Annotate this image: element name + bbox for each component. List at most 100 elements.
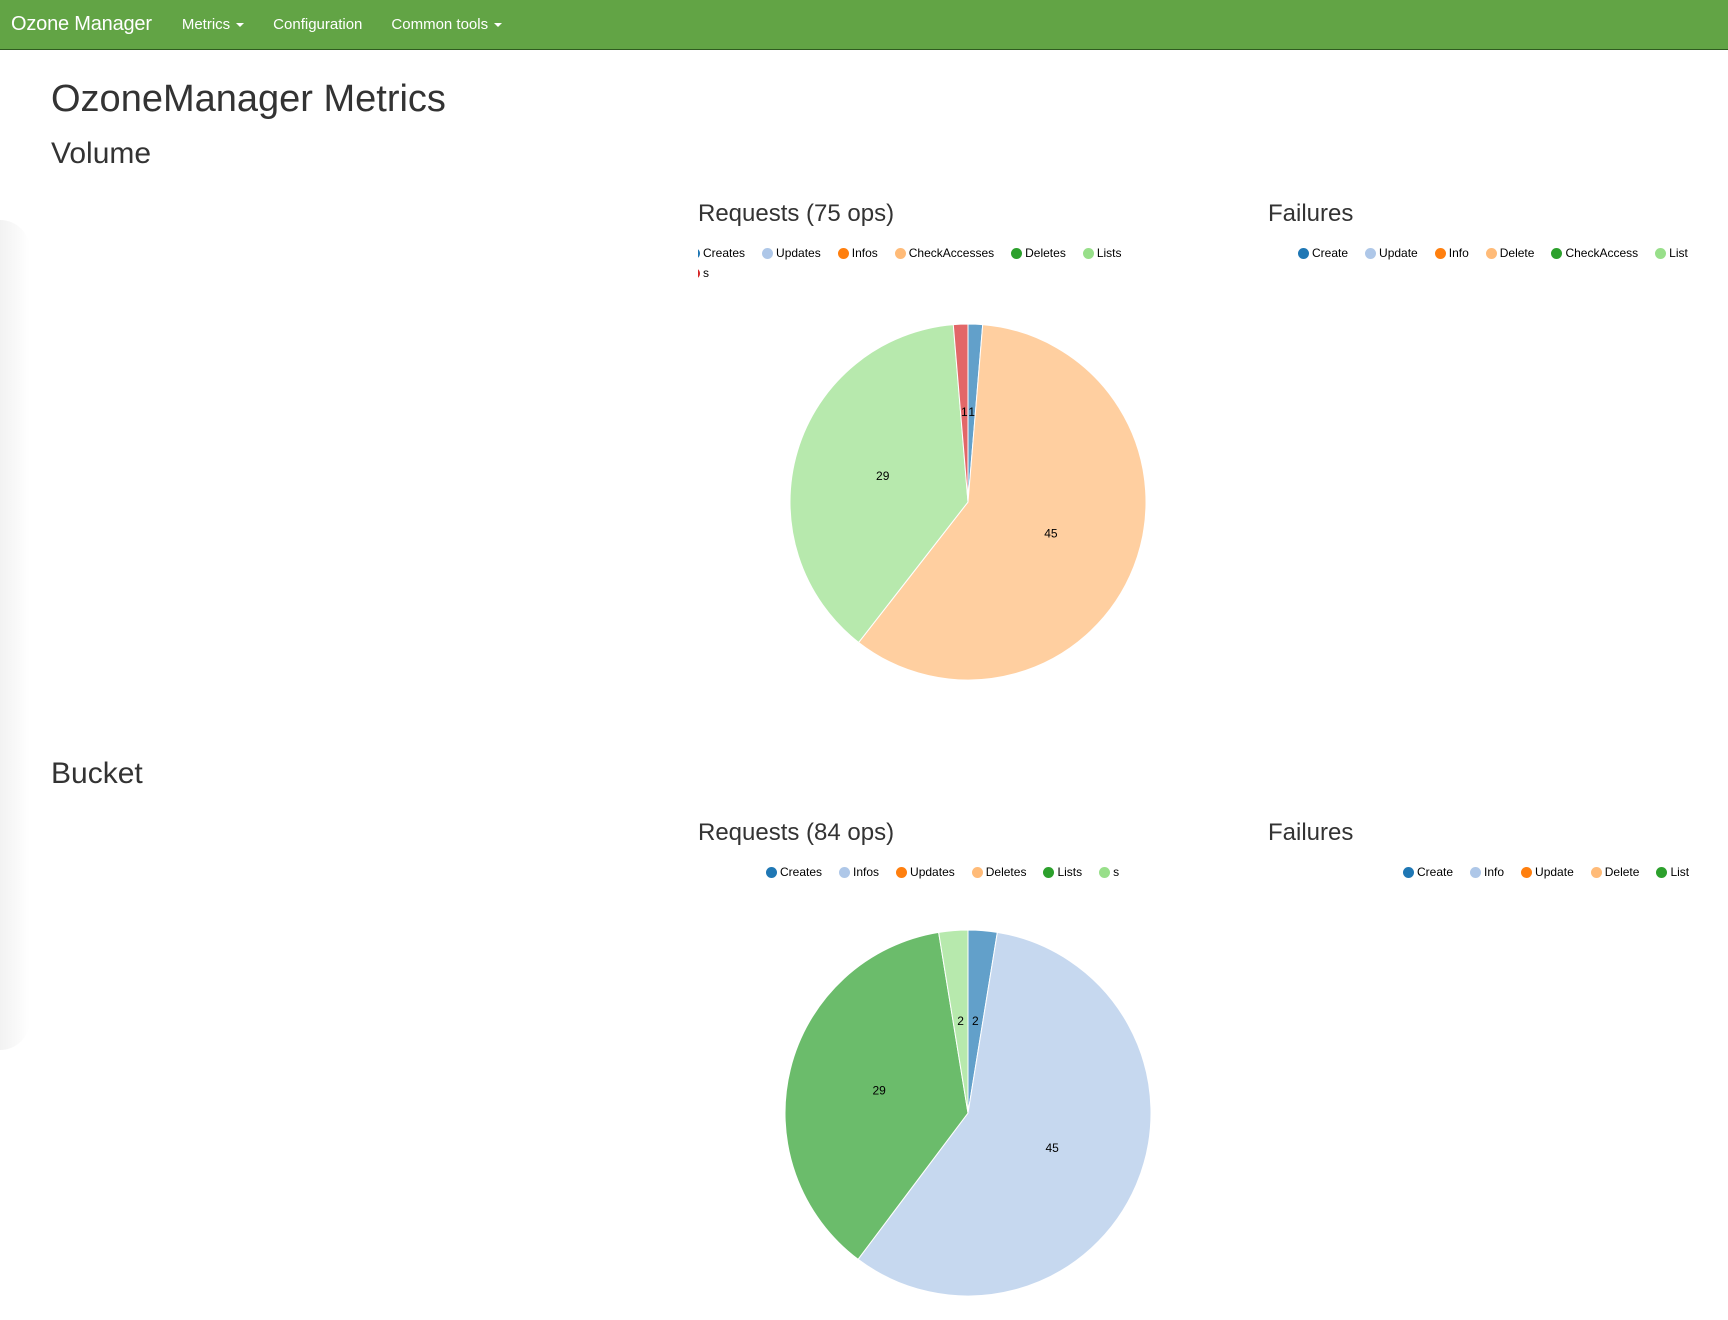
legend-label: Creates <box>703 246 746 260</box>
volume-failures-legend: Create Update Info Delete CheckAccess Li… <box>1298 246 1718 266</box>
legend-swatch <box>1011 247 1023 259</box>
legend-swatch <box>1521 866 1533 878</box>
legend-label: Create <box>1312 246 1349 260</box>
nav-common-tools-label: Common tools <box>391 16 489 33</box>
legend-label: s <box>1113 865 1120 879</box>
legend-swatch <box>1082 247 1094 259</box>
nav-configuration-label: Configuration <box>273 16 363 33</box>
legend-label: Deletes <box>985 865 1027 879</box>
legend-item[interactable]: Delete <box>1590 865 1639 879</box>
volume-requests-legend-row-2: s <box>698 266 726 280</box>
legend-label: Infos <box>853 865 880 879</box>
legend-label: Lists <box>1096 246 1122 260</box>
legend-label: Create <box>1417 865 1454 879</box>
legend-item[interactable]: s <box>698 266 709 280</box>
volume-failures-title: Failures <box>1268 200 1354 227</box>
legend-label: Update <box>1535 865 1574 879</box>
legend-item[interactable]: Creates <box>766 865 822 879</box>
volume-requests-legend-row-1: Creates Updates Infos CheckAccesses Dele… <box>698 246 1138 260</box>
legend-item[interactable]: Info <box>1434 246 1469 260</box>
legend-swatch <box>698 247 700 259</box>
bucket-requests-legend: Creates Infos Updates Deletes Lists s <box>766 865 1166 885</box>
pie-slice-label: 45 <box>1045 1141 1059 1155</box>
pie-slice-label: 2 <box>957 1014 964 1028</box>
legend-label: CheckAccess <box>1565 246 1639 260</box>
legend-label: Deletes <box>1025 246 1066 260</box>
left-edge-shadow <box>0 220 30 1050</box>
bucket-requests-legend-row: Creates Infos Updates Deletes Lists s <box>766 865 1136 879</box>
legend-swatch <box>1470 866 1482 878</box>
legend-item[interactable]: CheckAccess <box>1551 246 1638 260</box>
legend-item[interactable]: CheckAccesses <box>894 246 995 260</box>
bucket-failures-legend: Create Info Update Delete List <box>1403 865 1723 885</box>
legend-item[interactable]: Update <box>1521 865 1574 879</box>
legend-swatch <box>1656 866 1668 878</box>
pie-slice-label: 29 <box>876 469 890 483</box>
legend-swatch <box>1655 247 1667 259</box>
nav-common-tools-dropdown[interactable]: Common tools <box>391 16 503 33</box>
legend-item[interactable]: Infos <box>839 865 879 879</box>
legend-swatch <box>1099 866 1111 878</box>
legend-label: Lists <box>1057 865 1083 879</box>
legend-swatch <box>837 247 849 259</box>
legend-swatch <box>1485 247 1497 259</box>
legend-item[interactable]: Lists <box>1043 865 1082 879</box>
nav-metrics-dropdown[interactable]: Metrics <box>181 16 245 33</box>
legend-item[interactable]: Deletes <box>971 865 1027 879</box>
volume-requests-title: Requests (75 ops) <box>698 200 895 227</box>
navbar-brand[interactable]: Ozone Manager <box>11 13 152 36</box>
legend-label: List <box>1669 246 1688 260</box>
legend-label: Delete <box>1499 246 1535 260</box>
legend-swatch <box>762 247 774 259</box>
legend-swatch <box>896 866 908 878</box>
legend-swatch <box>698 267 700 279</box>
caret-down-icon <box>236 22 245 27</box>
legend-item[interactable]: Updates <box>896 865 955 879</box>
legend-swatch <box>1551 247 1563 259</box>
legend-swatch <box>766 866 777 878</box>
legend-item[interactable]: Info <box>1470 865 1504 879</box>
legend-item[interactable]: Create <box>1403 865 1453 879</box>
legend-label: List <box>1670 865 1690 879</box>
legend-item[interactable]: s <box>1099 865 1119 879</box>
nav-metrics-label: Metrics <box>181 16 231 33</box>
pie-slice-label: 1 <box>961 405 968 419</box>
legend-label: CheckAccesses <box>908 246 995 260</box>
pie-slice-label: 1 <box>968 405 975 419</box>
legend-item[interactable]: Create <box>1298 246 1348 260</box>
bucket-requests-title: Requests (84 ops) <box>698 819 895 846</box>
page-title: OzoneManager Metrics <box>51 78 446 120</box>
legend-swatch <box>1043 866 1055 878</box>
legend-item[interactable]: Delete <box>1485 246 1535 260</box>
legend-label: Info <box>1448 246 1469 260</box>
legend-label: Infos <box>851 246 878 260</box>
top-navbar: Ozone Manager Metrics Configuration Comm… <box>0 0 1728 50</box>
pie-slice-label: 29 <box>872 1083 886 1097</box>
legend-label: Creates <box>780 865 823 879</box>
caret-down-icon <box>494 22 503 27</box>
bucket-failures-legend-row: Create Info Update Delete List <box>1403 865 1706 879</box>
bucket-requests-pie-chart: 2 45 29 2 <box>784 929 1152 1297</box>
legend-label: s <box>703 266 709 280</box>
nav-configuration-link[interactable]: Configuration <box>273 16 362 33</box>
legend-swatch <box>839 866 851 878</box>
legend-item[interactable]: Creates <box>698 246 745 260</box>
legend-item[interactable]: Infos <box>837 246 878 260</box>
volume-requests-legend: Creates Updates Infos CheckAccesses Dele… <box>698 246 1138 282</box>
legend-label: Updates <box>776 246 821 260</box>
legend-item[interactable]: Updates <box>762 246 821 260</box>
legend-item[interactable]: Deletes <box>1011 246 1066 260</box>
legend-swatch <box>1365 247 1377 259</box>
legend-swatch <box>1403 866 1414 878</box>
bucket-heading: Bucket <box>51 757 143 790</box>
legend-item[interactable]: Lists <box>1082 246 1122 260</box>
legend-label: Info <box>1484 865 1505 879</box>
legend-item[interactable]: List <box>1656 865 1689 879</box>
legend-item[interactable]: Update <box>1365 246 1418 260</box>
legend-swatch <box>971 866 983 878</box>
legend-label: Update <box>1379 246 1418 260</box>
legend-swatch <box>1298 247 1309 259</box>
volume-requests-pie-chart: 1 45 29 1 <box>789 323 1147 681</box>
volume-heading: Volume <box>51 137 152 170</box>
legend-item[interactable]: List <box>1655 246 1688 260</box>
